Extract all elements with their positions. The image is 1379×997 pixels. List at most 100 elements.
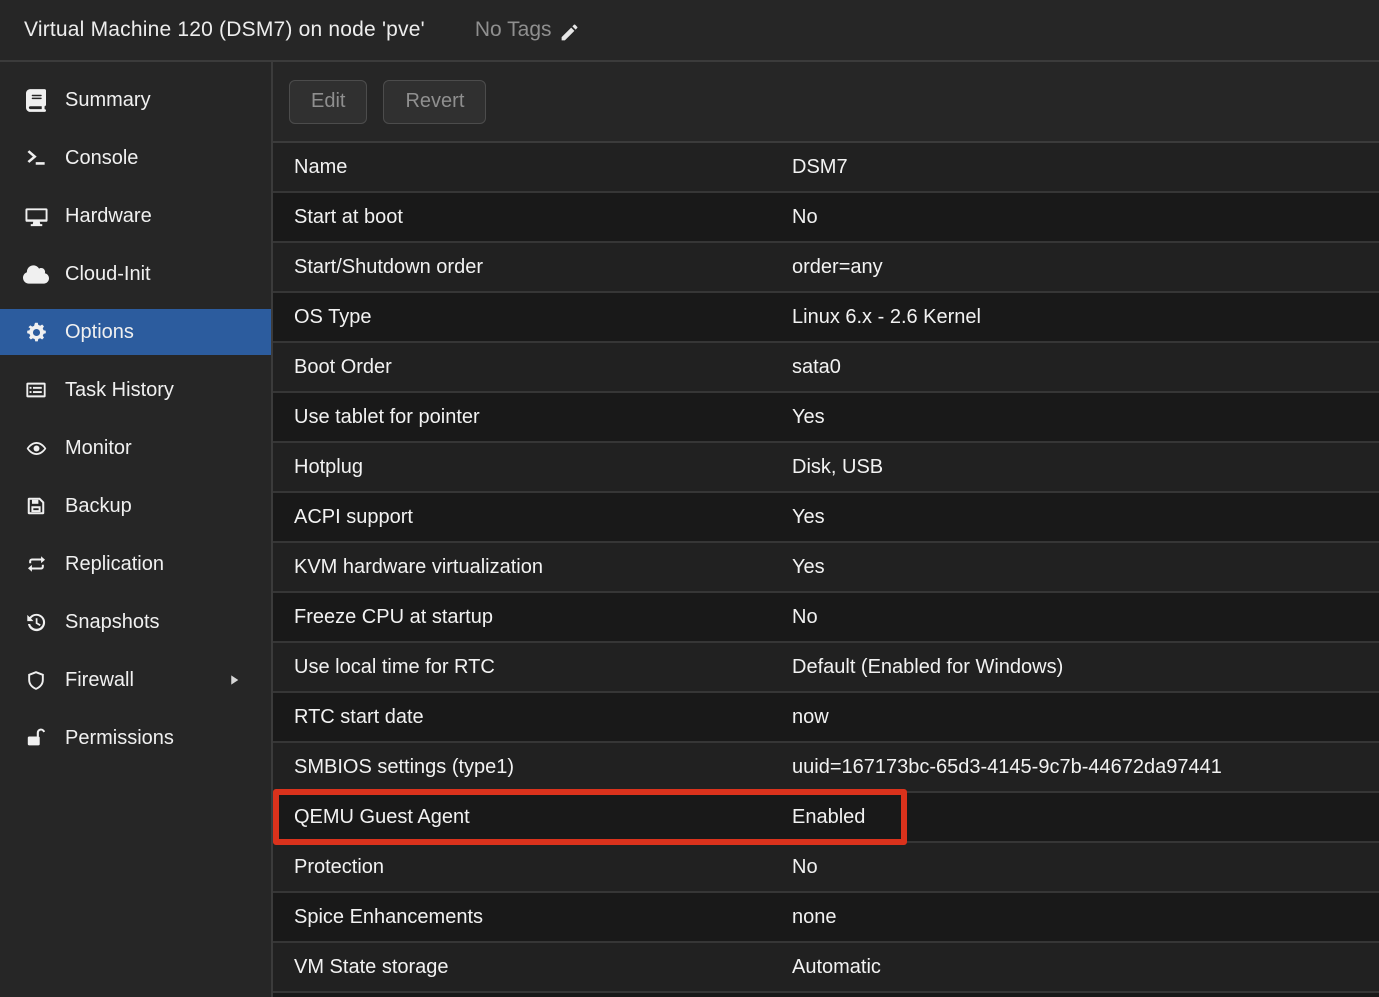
option-label: Start at boot bbox=[273, 206, 792, 229]
history-icon bbox=[22, 610, 50, 634]
titlebar: Virtual Machine 120 (DSM7) on node 'pve'… bbox=[0, 0, 1379, 62]
table-row-rtc-start[interactable]: RTC start date now bbox=[273, 693, 1379, 743]
option-value: Enabled bbox=[792, 806, 1379, 829]
sidebar-item-firewall[interactable]: Firewall bbox=[0, 657, 271, 703]
options-panel: Edit Revert Name DSM7 Start at boot No S… bbox=[273, 62, 1379, 997]
option-value: order=any bbox=[792, 256, 1379, 279]
option-label: OS Type bbox=[273, 306, 792, 329]
revert-button[interactable]: Revert bbox=[383, 80, 486, 124]
gear-icon bbox=[22, 320, 50, 344]
table-row-freeze-cpu[interactable]: Freeze CPU at startup No bbox=[273, 593, 1379, 643]
table-row-protection[interactable]: Protection No bbox=[273, 843, 1379, 893]
option-value: Yes bbox=[792, 556, 1379, 579]
option-value: none bbox=[792, 906, 1379, 929]
list-icon bbox=[22, 378, 50, 402]
sidebar-item-label: Task History bbox=[65, 379, 174, 402]
sidebar-item-label: Monitor bbox=[65, 437, 132, 460]
sidebar-item-label: Backup bbox=[65, 495, 132, 518]
option-value: uuid=167173bc-65d3-4145-9c7b-44672da9744… bbox=[792, 756, 1379, 779]
sidebar-item-task-history[interactable]: Task History bbox=[0, 367, 271, 413]
option-label: KVM hardware virtualization bbox=[273, 556, 792, 579]
option-value: No bbox=[792, 206, 1379, 229]
table-row-startup-order[interactable]: Start/Shutdown order order=any bbox=[273, 243, 1379, 293]
option-value: Disk, USB bbox=[792, 456, 1379, 479]
table-row-acpi[interactable]: ACPI support Yes bbox=[273, 493, 1379, 543]
option-label: ACPI support bbox=[273, 506, 792, 529]
table-row-kvm[interactable]: KVM hardware virtualization Yes bbox=[273, 543, 1379, 593]
option-label: Protection bbox=[273, 856, 792, 879]
desktop-icon bbox=[22, 204, 50, 228]
option-value: Yes bbox=[792, 406, 1379, 429]
page-title: Virtual Machine 120 (DSM7) on node 'pve' bbox=[24, 18, 425, 42]
book-icon bbox=[22, 88, 50, 112]
sidebar-item-monitor[interactable]: Monitor bbox=[0, 425, 271, 471]
option-label: Use local time for RTC bbox=[273, 656, 792, 679]
sidebar-item-label: Console bbox=[65, 147, 138, 170]
sidebar-item-label: Options bbox=[65, 321, 134, 344]
option-label: Name bbox=[273, 156, 792, 179]
sidebar-item-options[interactable]: Options bbox=[0, 309, 271, 355]
table-row-smbios[interactable]: SMBIOS settings (type1) uuid=167173bc-65… bbox=[273, 743, 1379, 793]
sidebar-nav-list: Summary Console Hardware bbox=[0, 77, 271, 761]
sidebar-item-cloud-init[interactable]: Cloud-Init bbox=[0, 251, 271, 297]
cloud-icon bbox=[22, 262, 50, 286]
eye-icon bbox=[22, 436, 50, 460]
sidebar-item-label: Snapshots bbox=[65, 611, 160, 634]
table-row-boot-order[interactable]: Boot Order sata0 bbox=[273, 343, 1379, 393]
option-value: Linux 6.x - 2.6 Kernel bbox=[792, 306, 1379, 329]
option-value: sata0 bbox=[792, 356, 1379, 379]
option-value: Automatic bbox=[792, 956, 1379, 979]
sidebar-item-hardware[interactable]: Hardware bbox=[0, 193, 271, 239]
table-row-start-at-boot[interactable]: Start at boot No bbox=[273, 193, 1379, 243]
option-value: No bbox=[792, 856, 1379, 879]
table-row-qemu-guest-agent[interactable]: QEMU Guest Agent Enabled bbox=[273, 793, 1379, 843]
edit-tags-button[interactable]: No Tags bbox=[475, 18, 580, 42]
edit-button[interactable]: Edit bbox=[289, 80, 367, 124]
table-row-vm-state-storage[interactable]: VM State storage Automatic bbox=[273, 943, 1379, 993]
sidebar-item-snapshots[interactable]: Snapshots bbox=[0, 599, 271, 645]
option-label: VM State storage bbox=[273, 956, 792, 979]
option-label: QEMU Guest Agent bbox=[273, 806, 792, 829]
sidebar-item-label: Summary bbox=[65, 89, 151, 112]
options-table: Name DSM7 Start at boot No Start/Shutdow… bbox=[273, 143, 1379, 997]
option-label: Start/Shutdown order bbox=[273, 256, 792, 279]
option-value: Yes bbox=[792, 506, 1379, 529]
table-row-localtime[interactable]: Use local time for RTC Default (Enabled … bbox=[273, 643, 1379, 693]
table-row-hotplug[interactable]: Hotplug Disk, USB bbox=[273, 443, 1379, 493]
option-label: Spice Enhancements bbox=[273, 906, 792, 929]
option-label: Boot Order bbox=[273, 356, 792, 379]
table-row-os-type[interactable]: OS Type Linux 6.x - 2.6 Kernel bbox=[273, 293, 1379, 343]
sidebar-item-replication[interactable]: Replication bbox=[0, 541, 271, 587]
option-label: Use tablet for pointer bbox=[273, 406, 792, 429]
pencil-icon bbox=[559, 20, 580, 41]
table-row-spice[interactable]: Spice Enhancements none bbox=[273, 893, 1379, 943]
sidebar-item-summary[interactable]: Summary bbox=[0, 77, 271, 123]
sidebar-item-label: Hardware bbox=[65, 205, 152, 228]
sidebar-item-label: Firewall bbox=[65, 669, 134, 692]
caret-right-icon bbox=[228, 672, 241, 688]
sidebar-item-console[interactable]: Console bbox=[0, 135, 271, 181]
table-row-name[interactable]: Name DSM7 bbox=[273, 143, 1379, 193]
shield-icon bbox=[22, 668, 50, 692]
sidebar-item-label: Replication bbox=[65, 553, 164, 576]
option-label: SMBIOS settings (type1) bbox=[273, 756, 792, 779]
sidebar-item-permissions[interactable]: Permissions bbox=[0, 715, 271, 761]
option-label: Freeze CPU at startup bbox=[273, 606, 792, 629]
sidebar-item-label: Permissions bbox=[65, 727, 174, 750]
retweet-icon bbox=[22, 552, 50, 576]
sidebar: Summary Console Hardware bbox=[0, 62, 273, 997]
option-label: Hotplug bbox=[273, 456, 792, 479]
unlock-icon bbox=[22, 726, 50, 750]
tags-label: No Tags bbox=[475, 18, 552, 42]
terminal-icon bbox=[22, 146, 50, 170]
proxmox-app: Virtual Machine 120 (DSM7) on node 'pve'… bbox=[0, 0, 1379, 997]
sidebar-item-backup[interactable]: Backup bbox=[0, 483, 271, 529]
body: Summary Console Hardware bbox=[0, 62, 1379, 997]
option-value: No bbox=[792, 606, 1379, 629]
option-value: Default (Enabled for Windows) bbox=[792, 656, 1379, 679]
floppy-icon bbox=[22, 494, 50, 518]
sidebar-item-label: Cloud-Init bbox=[65, 263, 151, 286]
table-row-tablet-pointer[interactable]: Use tablet for pointer Yes bbox=[273, 393, 1379, 443]
option-value: now bbox=[792, 706, 1379, 729]
option-label: RTC start date bbox=[273, 706, 792, 729]
